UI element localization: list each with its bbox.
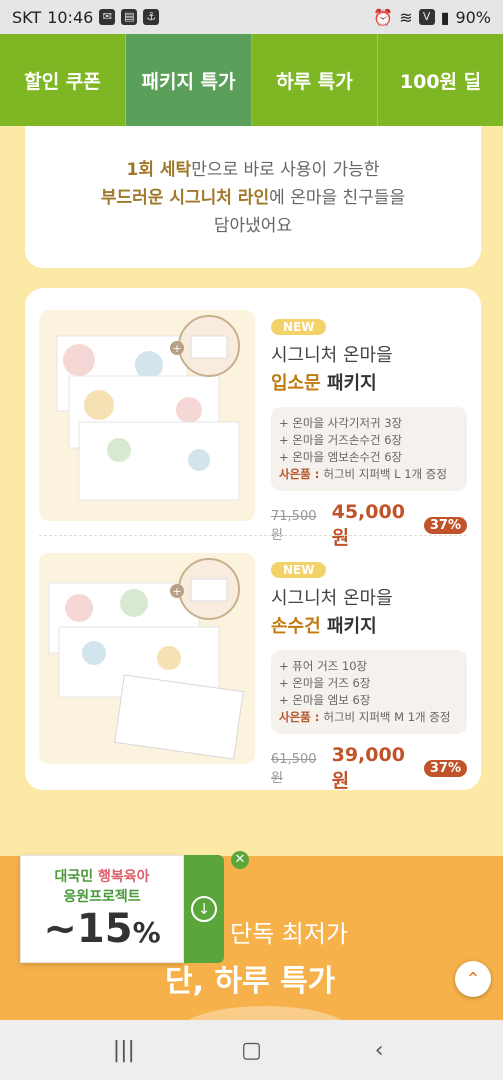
banner-download-button[interactable]: ↓	[184, 855, 224, 963]
chevron-up-icon: ⌃	[465, 968, 481, 990]
product-item[interactable]: + NEW 시그니처 온마을 손수건 패키지 + 퓨어 거즈 10장 + 온마을…	[39, 553, 469, 792]
product-features: + 온마을 사각기저귀 3장 + 온마을 거즈손수건 6장 + 온마을 엠보손수…	[271, 407, 467, 491]
sale-price: 39,000원	[331, 744, 405, 792]
banner-discount-pct: %	[132, 916, 161, 949]
floating-campaign-banner[interactable]: 대국민 행복육아 응원프로젝트 ~15%	[20, 855, 184, 963]
product-name-line2: 입소문 패키지	[271, 369, 467, 395]
product-illustration: +	[48, 558, 244, 760]
original-price: 61,500원	[271, 751, 317, 786]
intro-card: 1회 세탁만으로 바로 사용이 가능한 부드러운 시그니처 라인에 온마을 친구…	[25, 126, 481, 268]
download-icon: ↓	[191, 896, 217, 922]
status-left: SKT 10:46 ✉ ▤ ⚓	[12, 7, 160, 27]
gift-text: 허그비 지퍼백 M 1개 증정	[323, 710, 451, 724]
banner-discount-number: ~15	[43, 906, 133, 952]
tab-label: 100원 딜	[399, 70, 482, 93]
tab-label: 패키지 특가	[141, 70, 236, 93]
intro-text: 만으로 바로 사용이 가능한	[191, 160, 380, 180]
battery-level: 90%	[455, 7, 491, 27]
gift-line: 사은품 : 허그비 지퍼백 L 1개 증정	[279, 466, 459, 483]
gift-label: 사은품 :	[279, 710, 324, 724]
tab-discount-coupon[interactable]: 할인 쿠폰	[0, 34, 126, 126]
tab-label: 할인 쿠폰	[24, 70, 101, 93]
wifi-icon: ≋	[399, 7, 413, 27]
clock: 10:46	[47, 7, 94, 27]
product-name-line2: 손수건 패키지	[271, 612, 467, 638]
tab-daily-deal[interactable]: 하루 특가	[252, 34, 378, 126]
alarm-icon: ⏰	[373, 7, 394, 27]
banner-text: 대국민	[54, 869, 98, 885]
gift-text: 허그비 지퍼백 L 1개 증정	[323, 467, 447, 481]
discount-badge: 37%	[423, 760, 467, 777]
intro-line-3: 담아냈어요	[213, 216, 293, 236]
promo-headline: 단독 최저가	[230, 920, 349, 948]
tab-100won-deal[interactable]: 100원 딜	[378, 34, 503, 126]
price-row: 61,500원 39,000원 37%	[271, 744, 467, 793]
product-features: + 퓨어 거즈 10장 + 온마을 거즈 6장 + 온마을 엠보 6장 사은품 …	[271, 650, 467, 734]
price-row: 71,500원 45,000원 37%	[271, 501, 467, 550]
product-name-rest: 패키지	[320, 616, 377, 637]
status-right: ⏰ ≋ V ▮ 90%	[373, 8, 491, 27]
feature-item: + 퓨어 거즈 10장	[279, 659, 368, 673]
product-image[interactable]: +	[39, 553, 255, 764]
banner-discount: ~15%	[21, 906, 183, 956]
back-button[interactable]: ‹	[359, 1038, 399, 1063]
clipboard-icon: ▤	[121, 9, 138, 25]
banner-line-2: 응원프로젝트	[63, 889, 141, 905]
scroll-to-top-button[interactable]: ⌃	[455, 961, 491, 997]
status-bar: SKT 10:46 ✉ ▤ ⚓ ⏰ ≋ V ▮ 90%	[0, 0, 503, 34]
product-name-accent: 입소문	[271, 373, 321, 394]
package-list-card: + NEW 시그니처 온마을 입소문 패키지 + 온마을 사각기저귀 3장 + …	[25, 288, 481, 792]
original-price: 71,500원	[271, 508, 317, 543]
intro-highlight: 1회 세탁	[126, 160, 192, 180]
intro-line-1: 1회 세탁만으로 바로 사용이 가능한	[25, 156, 481, 184]
product-name-line1: 시그니처 온마을	[271, 345, 393, 366]
product-info: NEW 시그니처 온마을 손수건 패키지 + 퓨어 거즈 10장 + 온마을 거…	[271, 559, 467, 793]
product-name-accent: 손수건	[271, 616, 321, 637]
category-tab-bar: 할인 쿠폰 패키지 특가 하루 특가 100원 딜	[0, 34, 503, 126]
banner-highlight: 행복육아	[97, 869, 150, 885]
carrier-label: SKT	[12, 7, 42, 27]
home-button[interactable]: ▢	[231, 1038, 271, 1063]
new-badge: NEW	[271, 562, 327, 578]
new-badge: NEW	[271, 319, 327, 335]
product-info: NEW 시그니처 온마을 입소문 패키지 + 온마을 사각기저귀 3장 + 온마…	[271, 316, 467, 550]
discount-badge: 37%	[423, 517, 467, 534]
feature-item: + 온마을 엠보손수건 6장	[279, 450, 403, 464]
product-image[interactable]: +	[39, 310, 255, 521]
tab-label: 하루 특가	[276, 70, 353, 93]
product-item[interactable]: + NEW 시그니처 온마을 입소문 패키지 + 온마을 사각기저귀 3장 + …	[39, 310, 469, 549]
banner-close-button[interactable]: ✕	[231, 851, 249, 869]
intro-highlight: 부드러운 시그니처 라인	[100, 188, 270, 208]
vpn-icon: ⚓	[143, 9, 160, 25]
promo-decoration	[180, 1006, 350, 1020]
gift-label: 사은품 :	[279, 467, 324, 481]
sale-price: 45,000원	[331, 501, 405, 549]
signal-icon: ▮	[440, 7, 450, 27]
system-nav-bar: ||| ▢ ‹	[0, 1020, 503, 1080]
feature-item: + 온마을 엠보 6장	[279, 693, 371, 707]
intro-text: 에 온마을 친구들을	[269, 188, 406, 208]
feature-item: + 온마을 사각기저귀 3장	[279, 416, 403, 430]
product-name-rest: 패키지	[320, 373, 377, 394]
product-divider	[39, 535, 467, 536]
gift-line: 사은품 : 허그비 지퍼백 M 1개 증정	[279, 709, 459, 726]
svg-text:+: +	[172, 585, 181, 598]
svg-text:+: +	[172, 342, 181, 355]
feature-item: + 온마을 거즈손수건 6장	[279, 433, 403, 447]
feature-item: + 온마을 거즈 6장	[279, 676, 371, 690]
main-content: 1회 세탁만으로 바로 사용이 가능한 부드러운 시그니처 라인에 온마을 친구…	[0, 126, 503, 856]
message-icon: ✉	[99, 9, 116, 25]
product-illustration: +	[56, 315, 240, 501]
banner-line-1: 대국민 행복육아	[21, 866, 183, 886]
recent-apps-button[interactable]: |||	[104, 1038, 144, 1063]
tab-package-deal[interactable]: 패키지 특가	[126, 34, 252, 126]
intro-line-2: 부드러운 시그니처 라인에 온마을 친구들을	[25, 184, 481, 212]
close-icon: ✕	[234, 852, 246, 867]
volte-icon: V	[418, 9, 435, 25]
product-name-line1: 시그니처 온마을	[271, 588, 393, 609]
